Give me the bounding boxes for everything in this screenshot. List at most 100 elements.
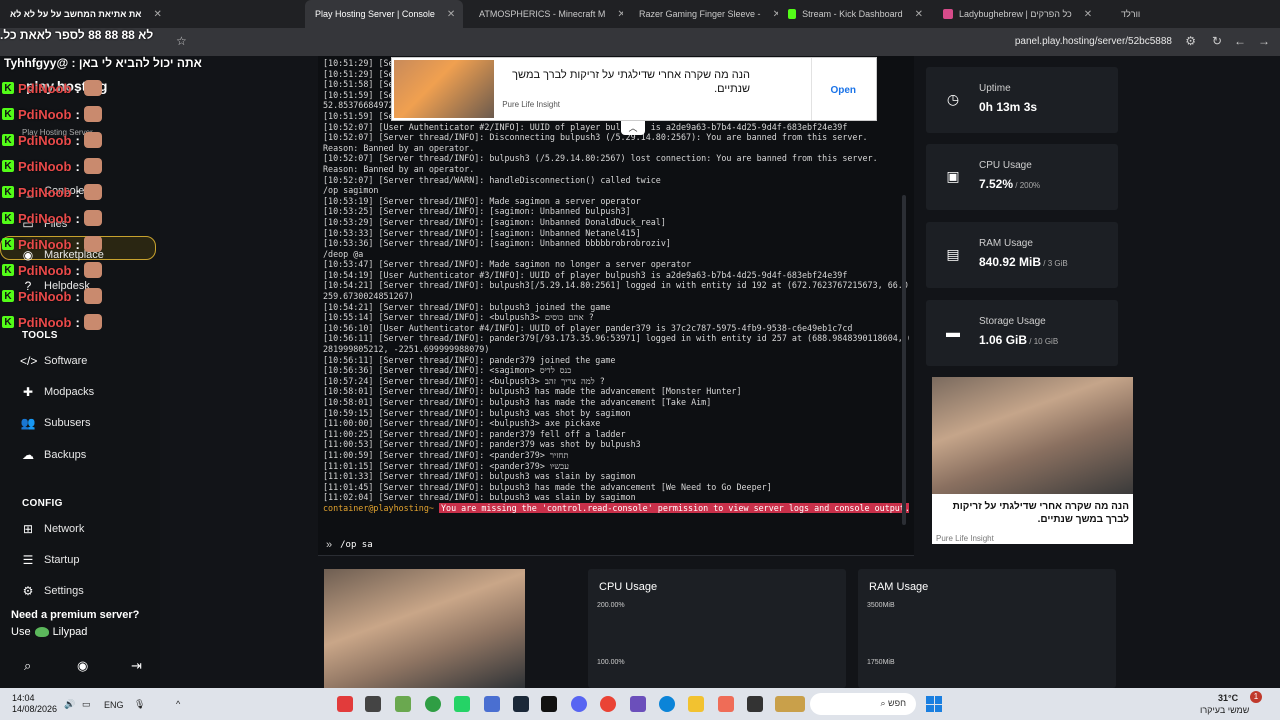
close-icon[interactable]: ✕	[153, 9, 161, 20]
windows-start-icon[interactable]	[926, 696, 942, 712]
chat-colon: :	[75, 80, 80, 96]
xbox-icon[interactable]	[425, 696, 441, 712]
close-icon[interactable]: ✕	[915, 9, 923, 20]
chat-colon: :	[75, 158, 80, 174]
ad-side[interactable]: הנה מה שקרה אחרי שדילגתי על זריקות לברך …	[932, 377, 1133, 544]
tune-icon[interactable]: ⚙	[1185, 34, 1196, 48]
close-icon[interactable]: ✕	[1084, 9, 1092, 20]
lilypad-text: Lilypad	[52, 626, 88, 638]
network-status-icon[interactable]: ▭	[82, 699, 91, 710]
sidebar-item-startup[interactable]: ☰ Startup	[20, 549, 160, 571]
console-line: 281999805212, -2251.699999988079)	[323, 344, 490, 355]
kick-badge-icon: K	[2, 134, 14, 146]
folder-icon[interactable]	[688, 696, 704, 712]
ad-open-button[interactable]: Open	[830, 85, 856, 96]
back-icon[interactable]: ←	[1234, 34, 1246, 48]
users-icon: 👥	[20, 416, 36, 430]
ad-title[interactable]: הנה מה שקרה אחרי שדילגתי על זריקות לברך …	[500, 68, 750, 96]
lilypad-link[interactable]: Use Lilypad	[11, 626, 87, 638]
console-line: [11:01:33] [Server thread/INFO]: bulpush…	[323, 471, 636, 482]
sidebar-item-backups[interactable]: ☁ Backups	[20, 444, 160, 466]
sidebar-item-modpacks[interactable]: ✚ Modpacks	[20, 381, 160, 403]
taskbar-search[interactable]: חפש ⌕	[810, 693, 916, 715]
code-icon: </>	[20, 354, 38, 368]
steam-icon[interactable]	[513, 696, 529, 712]
sidebar-item-network[interactable]: ⊞ Network	[20, 518, 160, 540]
ad-title[interactable]: הנה מה שקרה אחרי שדילגתי על זריקות לברך …	[936, 500, 1129, 526]
chat-username: PdiNoob	[18, 158, 72, 174]
chat-username: PdiNoob	[18, 236, 72, 252]
console-line: [10:58:01] [Server thread/INFO]: bulpush…	[323, 397, 712, 407]
app-icon[interactable]	[630, 696, 646, 712]
console-line: [11:01:15] [Server thread/INFO]: <pander…	[323, 460, 570, 471]
weather-desc[interactable]: שמשי בעיקרו	[1200, 705, 1249, 715]
chat-colon: :	[75, 184, 80, 200]
chat-line: K PdiNoob:	[2, 236, 102, 252]
minecraft-icon[interactable]	[395, 696, 411, 712]
kick-badge-icon: K	[2, 160, 14, 172]
app-icon[interactable]	[484, 696, 500, 712]
premium-prompt: Need a premium server?	[11, 609, 140, 621]
reload-icon[interactable]: ↻	[1212, 34, 1222, 48]
account-icon[interactable]: ◉	[77, 658, 88, 674]
chat-line: K PdiNoob:	[2, 132, 102, 148]
tab-kick[interactable]: Stream - Kick Dashboard ✕	[778, 0, 933, 28]
close-icon[interactable]: ✕	[447, 9, 455, 20]
ad-banner[interactable]: הנה מה שקרה אחרי שדילגתי על זריקות לברך …	[391, 57, 877, 121]
stat-value: 1.06 GiB / 10 GiB	[979, 333, 1058, 347]
kick-badge-icon: K	[2, 108, 14, 120]
mic-icon[interactable]: 🎙	[134, 699, 145, 710]
chrome-icon[interactable]	[600, 696, 616, 712]
sidebar-item-label: Modpacks	[44, 386, 95, 398]
console-line: [10:54:21] [Server thread/INFO]: bulpush…	[323, 301, 611, 312]
stat-card-ram: ▤ RAM Usage 840.92 MiB / 3 GiB	[926, 222, 1118, 288]
tab-chat[interactable]: את אתיאת המחשב על על לא לא ✕	[0, 0, 305, 28]
star-icon[interactable]: ☆	[176, 34, 187, 48]
search-icon[interactable]: ⌕	[24, 658, 31, 674]
app-icon[interactable]	[718, 696, 734, 712]
console-line: /deop @a	[323, 248, 364, 259]
ad-image-bottom[interactable]	[324, 569, 525, 688]
tab-minecraft[interactable]: ATMOSPHERICS - Minecraft M ✕	[463, 0, 623, 28]
app-icon[interactable]	[337, 696, 353, 712]
chat-username: PdiNoob	[18, 106, 72, 122]
weather-temp[interactable]: 31°C	[1218, 693, 1238, 703]
chat-line: K PdiNoob:	[2, 210, 102, 226]
url-text[interactable]: panel.play.hosting/server/52bc5888	[1015, 36, 1172, 47]
sidebar-item-subusers[interactable]: 👥 Subusers	[20, 412, 160, 434]
clock[interactable]: 14:04 14/08/2026	[12, 693, 57, 715]
chat-line: K PdiNoob:	[2, 158, 102, 174]
widget-icon[interactable]	[775, 696, 805, 712]
console-line: [10:58:01] [Server thread/INFO]: bulpush…	[323, 386, 742, 397]
volume-icon[interactable]: 🔊	[64, 699, 75, 710]
console-line: [10:52:07] [Server thread/INFO]: bulpush…	[323, 153, 878, 164]
discord-icon[interactable]	[571, 696, 587, 712]
sidebar-item-settings[interactable]: ⚙ Settings	[20, 580, 160, 602]
tab-razer[interactable]: Razer Gaming Finger Sleeve - ✕	[623, 0, 778, 28]
sidebar-item-software[interactable]: </> Software	[20, 350, 160, 372]
browser-tab-bar: את אתיאת המחשב על על לא לא ✕ Play Hostin…	[0, 0, 1280, 28]
tab-ladybug[interactable]: Ladybughebrew | כל הפרקים ✕	[933, 0, 1111, 28]
app-icon[interactable]	[365, 696, 381, 712]
tab-label: Razer Gaming Finger Sleeve -	[639, 9, 761, 19]
logout-icon[interactable]: ⇥	[131, 658, 142, 674]
language-indicator[interactable]: ENG	[104, 700, 124, 710]
edge-icon[interactable]	[659, 696, 675, 712]
forward-icon[interactable]: →	[1258, 34, 1270, 48]
notification-badge[interactable]: 1	[1250, 691, 1262, 703]
tab-console[interactable]: Play Hosting Server | Console ✕	[305, 0, 463, 28]
chevron-up-icon[interactable]: ︿	[621, 121, 645, 135]
command-input[interactable]	[340, 540, 641, 550]
ad-image[interactable]	[932, 377, 1133, 494]
console-line: [10:53:36] [Server thread/INFO]: [sagimo…	[323, 238, 671, 249]
chevron-up-icon[interactable]: ^	[176, 699, 180, 709]
whatsapp-icon[interactable]	[454, 696, 470, 712]
app-icon[interactable]	[747, 696, 763, 712]
console-scrollbar[interactable]	[902, 195, 906, 525]
tab-world[interactable]: וורלד	[1111, 0, 1171, 28]
chart-tick-label: 200.00%	[597, 602, 625, 609]
chat-message: לא 88 88 88 לספר לאאת כל.	[0, 28, 154, 42]
capcut-icon[interactable]	[541, 696, 557, 712]
tab-label: Play Hosting Server | Console	[315, 9, 435, 19]
ad-image[interactable]	[394, 60, 494, 118]
